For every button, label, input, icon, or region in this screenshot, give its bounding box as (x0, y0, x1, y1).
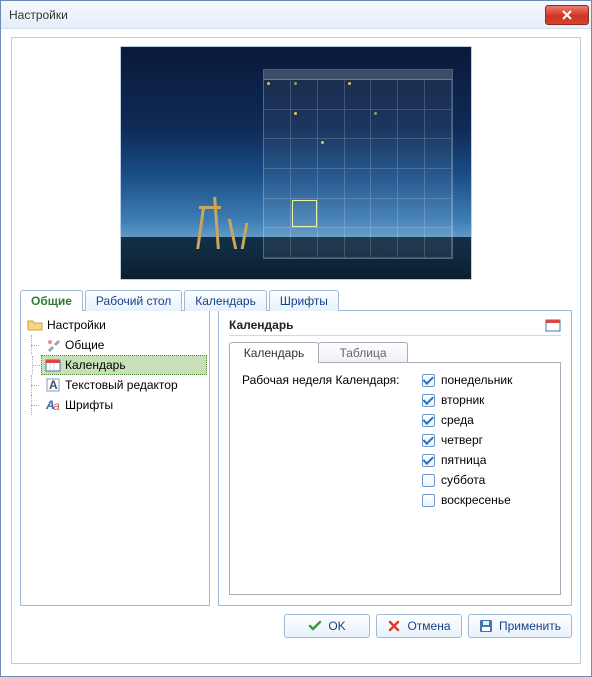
apply-button[interactable]: Применить (468, 614, 572, 638)
content-area: Общие Рабочий стол Календарь Шрифты Наст… (11, 37, 581, 664)
check-icon (308, 619, 322, 633)
calendar-icon (545, 317, 561, 333)
window-title: Настройки (9, 8, 68, 22)
day-option: среда (422, 413, 512, 427)
ok-button[interactable]: OK (284, 614, 370, 638)
close-icon (562, 10, 572, 20)
panels: Настройки Общие Календарь A Текстовый ре… (20, 310, 572, 606)
dialog-buttons: OK Отмена Применить (20, 614, 572, 638)
titlebar: Настройки (1, 1, 591, 29)
tools-icon (45, 337, 61, 353)
day-option: понедельник (422, 373, 512, 387)
day-checkbox[interactable] (422, 394, 435, 407)
day-option: пятница (422, 453, 512, 467)
day-option: вторник (422, 393, 512, 407)
section-header: Календарь (229, 317, 561, 336)
day-checkbox[interactable] (422, 474, 435, 487)
button-label: Применить (499, 619, 561, 633)
svg-text:A: A (49, 378, 58, 392)
preview-calendar-grid (263, 69, 453, 259)
tree-item-calendar[interactable]: Календарь (41, 355, 207, 375)
close-button[interactable] (545, 5, 589, 25)
subtab-label: Календарь (244, 346, 305, 360)
subtab-body: Рабочая неделя Календаря: понедельник вто… (229, 362, 561, 595)
day-checkbox[interactable] (422, 374, 435, 387)
tab-label: Общие (31, 294, 72, 308)
tab-fonts[interactable]: Шрифты (269, 290, 339, 311)
day-checkbox[interactable] (422, 434, 435, 447)
tree-root[interactable]: Настройки (23, 315, 207, 335)
day-label: пятница (441, 453, 486, 467)
day-option: суббота (422, 473, 512, 487)
workweek-row: Рабочая неделя Календаря: понедельник вто… (242, 373, 548, 507)
tab-calendar[interactable]: Календарь (184, 290, 267, 311)
save-icon (479, 619, 493, 633)
settings-window: Настройки (0, 0, 592, 677)
fonts-icon: Aa (45, 397, 61, 413)
tab-label: Календарь (195, 294, 256, 308)
day-option: четверг (422, 433, 512, 447)
day-option: воскресенье (422, 493, 512, 507)
tree-item-general[interactable]: Общие (41, 335, 207, 355)
subtab-calendar[interactable]: Календарь (229, 342, 319, 363)
tab-label: Шрифты (280, 294, 328, 308)
desktop-preview (120, 46, 472, 280)
tab-general[interactable]: Общие (20, 290, 83, 311)
section-title: Календарь (229, 318, 294, 332)
folder-icon (27, 317, 43, 333)
text-editor-icon: A (45, 377, 61, 393)
sub-tabs: Календарь Таблица (229, 342, 561, 363)
day-label: суббота (441, 473, 485, 487)
day-label: вторник (441, 393, 484, 407)
svg-text:a: a (53, 399, 60, 413)
preview-sculpture (191, 189, 271, 249)
details-panel: Календарь Календарь Таблица Рабочая неде… (218, 310, 572, 606)
day-label: понедельник (441, 373, 512, 387)
tab-desktop[interactable]: Рабочий стол (85, 290, 182, 311)
tree-item-editor[interactable]: A Текстовый редактор (41, 375, 207, 395)
tree-item-label: Шрифты (65, 398, 113, 412)
cross-icon (387, 619, 401, 633)
tree-item-label: Календарь (65, 358, 126, 372)
workweek-label: Рабочая неделя Календаря: (242, 373, 422, 507)
main-tabs: Общие Рабочий стол Календарь Шрифты (20, 290, 572, 311)
day-checkbox[interactable] (422, 494, 435, 507)
button-label: OK (328, 619, 345, 633)
tab-label: Рабочий стол (96, 294, 171, 308)
day-checkbox[interactable] (422, 414, 435, 427)
day-label: среда (441, 413, 474, 427)
tree-item-fonts[interactable]: Aa Шрифты (41, 395, 207, 415)
tree-item-label: Текстовый редактор (65, 378, 178, 392)
tree-root-label: Настройки (47, 318, 106, 332)
button-label: Отмена (407, 619, 450, 633)
day-label: четверг (441, 433, 483, 447)
workweek-days: понедельник вторник среда четверг пятница суб… (422, 373, 512, 507)
day-label: воскресенье (441, 493, 511, 507)
calendar-icon (45, 357, 61, 373)
settings-tree: Настройки Общие Календарь A Текстовый ре… (20, 310, 210, 606)
subtab-table[interactable]: Таблица (318, 342, 408, 363)
day-checkbox[interactable] (422, 454, 435, 467)
tree-item-label: Общие (65, 338, 104, 352)
subtab-label: Таблица (339, 346, 386, 360)
cancel-button[interactable]: Отмена (376, 614, 462, 638)
